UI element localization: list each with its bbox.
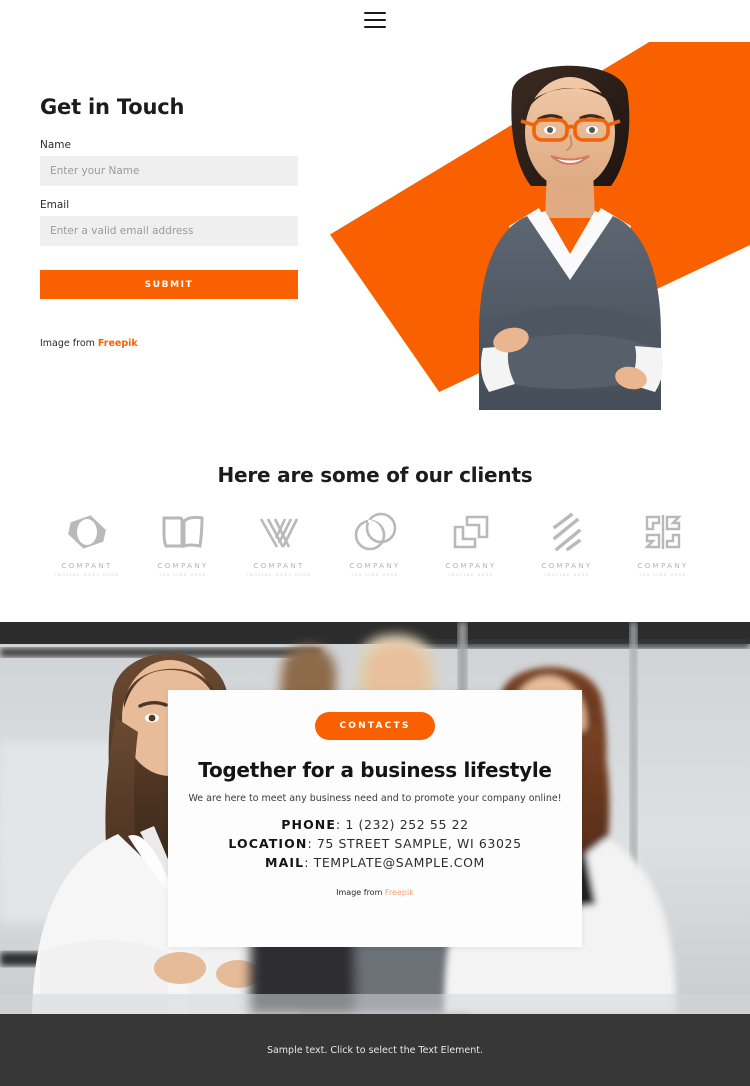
mirrored-blocks-logo-icon	[641, 509, 685, 555]
contact-detail-location: LOCATION: 75 STREET SAMPLE, WI 63025	[228, 836, 522, 851]
contact-info-card: CONTACTS Together for a business lifesty…	[168, 690, 582, 947]
clients-section: Here are some of our clients COMPANT TAG…	[0, 425, 750, 622]
contact-section: CONTACTS Together for a business lifesty…	[0, 622, 750, 1014]
diagonal-stripes-logo-icon	[545, 509, 589, 555]
hamburger-line-2	[364, 18, 386, 22]
client-logo-2-name: COMPANY	[157, 562, 209, 570]
contact-credit-link[interactable]: Freepik	[385, 888, 414, 897]
contact-subtitle: We are here to meet any business need an…	[188, 793, 562, 804]
client-logo-row: COMPANT TAGLINE GOES HERE COMPANY TAG LI…	[0, 487, 750, 577]
name-label: Name	[40, 139, 71, 151]
email-input[interactable]	[40, 216, 298, 246]
hamburger-line-1	[364, 12, 386, 15]
contact-credit-prefix: Image from	[336, 888, 385, 897]
client-logo-1-tagline: TAGLINE GOES HERE	[54, 573, 120, 577]
client-logo-6-name: COMPANY	[541, 562, 593, 570]
hamburger-menu-icon[interactable]	[364, 12, 386, 28]
client-logo-3[interactable]: COMPANT TAGLINE GOES HERE	[240, 509, 318, 577]
interlocking-squares-logo-icon	[449, 509, 493, 555]
contact-form: Get in Touch Name Email SUBMIT Image fro…	[40, 95, 300, 349]
client-logo-5[interactable]: COMPANY TAGLINE HERE	[432, 509, 510, 577]
hero-credit-link[interactable]: Freepik	[98, 338, 138, 349]
contact-detail-mail-label: MAIL	[265, 855, 305, 870]
client-logo-5-name: COMPANY	[445, 562, 497, 570]
contact-detail-location-value: 75 STREET SAMPLE, WI 63025	[316, 836, 522, 851]
hero-businesswoman-photo	[479, 65, 663, 410]
client-logo-6[interactable]: COMPANY TAGLINE HERE	[528, 509, 606, 577]
name-input[interactable]	[40, 156, 298, 186]
client-logo-4-name: COMPANY	[349, 562, 401, 570]
contact-heading: Together for a business lifestyle	[198, 758, 552, 782]
client-logo-5-tagline: TAGLINE HERE	[448, 573, 494, 577]
client-logo-7-name: COMPANY	[637, 562, 689, 570]
page-root: Get in Touch Name Email SUBMIT Image fro…	[0, 0, 750, 1086]
top-navigation-bar	[0, 0, 750, 40]
striped-v-logo-icon	[255, 509, 303, 555]
contacts-badge[interactable]: CONTACTS	[315, 712, 435, 740]
contact-detail-location-label: LOCATION	[228, 836, 308, 851]
diamond-ring-logo-icon	[65, 509, 109, 555]
name-field-group: Name	[40, 139, 300, 186]
contact-detail-phone-value: 1 (232) 252 55 22	[345, 817, 469, 832]
hero-section: Get in Touch Name Email SUBMIT Image fro…	[0, 0, 750, 425]
contact-details-list: PHONE: 1 (232) 252 55 22 LOCATION: 75 ST…	[228, 817, 521, 874]
client-logo-2-tagline: TAG LINE HERE	[159, 573, 207, 577]
page-title: Get in Touch	[40, 95, 185, 119]
clients-heading: Here are some of our clients	[217, 463, 533, 487]
client-logo-7[interactable]: COMPANY TAG LINE HERE	[624, 509, 702, 577]
email-field-group: Email	[40, 199, 300, 246]
email-label: Email	[40, 199, 70, 211]
client-logo-7-tagline: TAG LINE HERE	[639, 573, 687, 577]
client-logo-2[interactable]: COMPANY TAG LINE HERE	[144, 509, 222, 577]
footer-sample-text[interactable]: Sample text. Click to select the Text El…	[267, 1045, 483, 1056]
client-logo-1-name: COMPANT	[61, 562, 113, 570]
hero-credit-prefix: Image from	[40, 338, 98, 349]
overlapping-circles-logo-icon	[352, 509, 398, 555]
client-logo-3-tagline: TAGLINE GOES HERE	[246, 573, 312, 577]
client-logo-1[interactable]: COMPANT TAGLINE GOES HERE	[48, 509, 126, 577]
hamburger-line-3	[364, 25, 386, 28]
footer-bar: Sample text. Click to select the Text El…	[0, 1014, 750, 1086]
contact-detail-mail: MAIL: TEMPLATE@SAMPLE.COM	[265, 855, 485, 870]
contact-detail-phone: PHONE: 1 (232) 252 55 22	[281, 817, 469, 832]
client-logo-6-tagline: TAGLINE HERE	[544, 573, 590, 577]
open-book-logo-icon	[160, 509, 206, 555]
contact-detail-phone-label: PHONE	[281, 817, 336, 832]
submit-button[interactable]: SUBMIT	[40, 270, 298, 299]
contact-detail-mail-value: TEMPLATE@SAMPLE.COM	[313, 855, 485, 870]
client-logo-3-name: COMPANT	[253, 562, 305, 570]
hero-image-credit: Image from Freepik	[40, 338, 300, 349]
client-logo-4[interactable]: COMPANY TAG LINE HERE	[336, 509, 414, 577]
contact-image-credit: Image from Freepik	[336, 888, 414, 897]
client-logo-4-tagline: TAG LINE HERE	[351, 573, 399, 577]
